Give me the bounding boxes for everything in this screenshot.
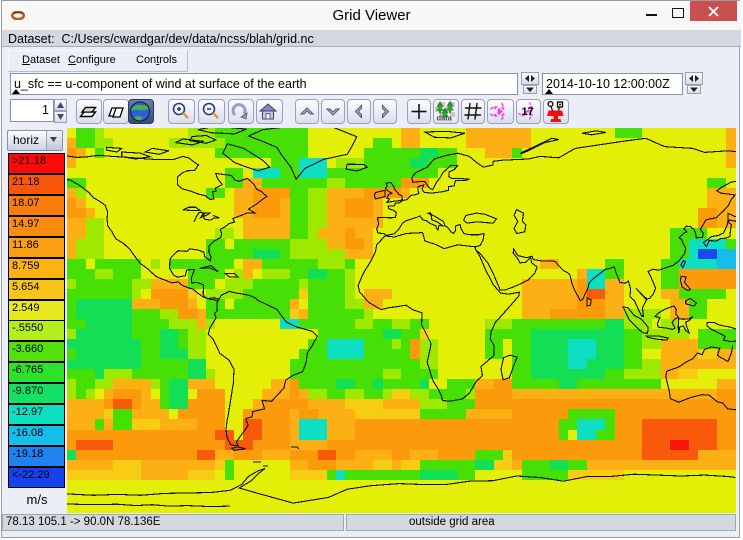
svg-text:17: 17 [522, 106, 534, 118]
svg-text:data: data [437, 114, 453, 123]
